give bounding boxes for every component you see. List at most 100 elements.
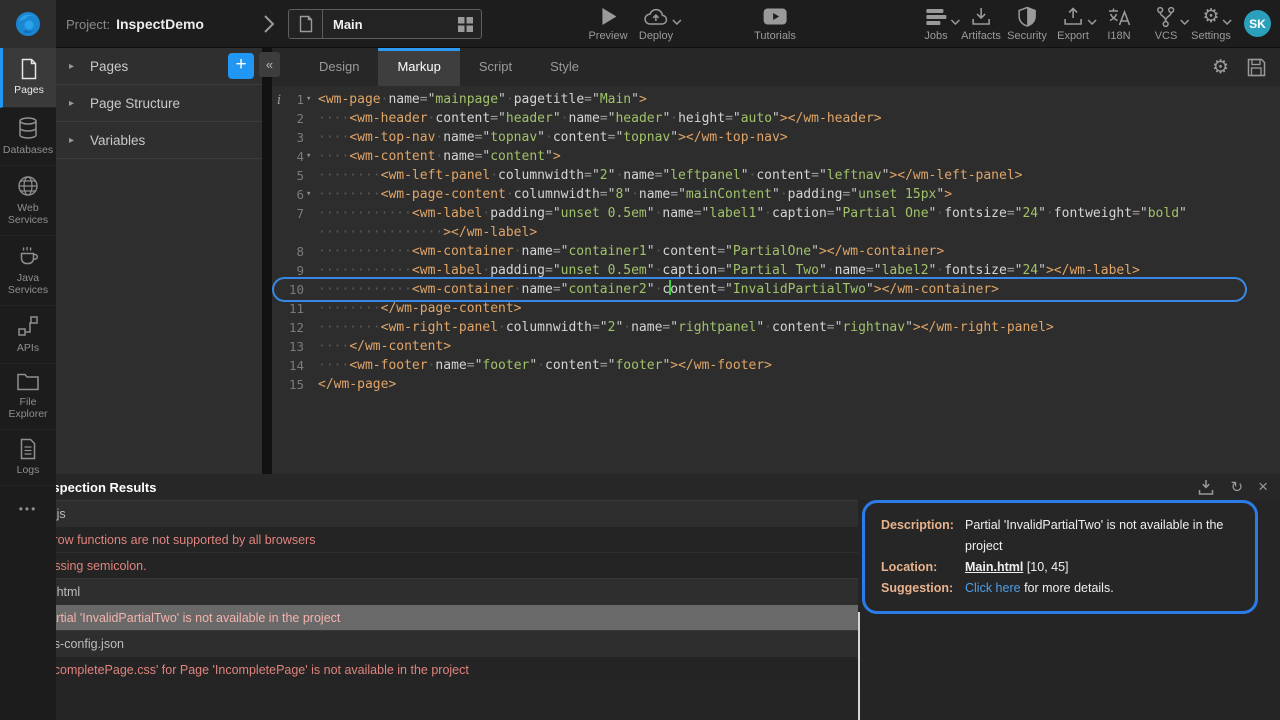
line-number: 4 (272, 147, 304, 166)
page-selector-value: Main (323, 17, 458, 32)
document-icon (18, 438, 38, 460)
add-page-button[interactable]: + (228, 53, 254, 79)
preview-button[interactable]: Preview (588, 6, 627, 42)
jobs-button[interactable]: Jobs (924, 6, 947, 42)
deploy-button[interactable]: Deploy (639, 6, 673, 42)
vcs-button[interactable]: VCS (1155, 6, 1178, 42)
database-icon (16, 116, 40, 140)
inspection-group[interactable]: ▾Main.js (0, 500, 858, 526)
code-text: <wm-page·name="mainpage"·pagetitle="Main… (318, 90, 647, 109)
sidebar-item-web-services[interactable]: Web Services (0, 166, 56, 236)
download-results-icon[interactable] (1197, 479, 1215, 496)
wavemaker-logo[interactable] (0, 0, 56, 48)
line-number: 12 (272, 318, 304, 337)
description-label: Description: (881, 515, 961, 557)
project-breadcrumb: Project: InspectDemo (66, 0, 204, 48)
fold-arrow-icon[interactable]: ▾ (304, 147, 318, 166)
code-line[interactable]: 1▾<wm-page·name="mainpage"·pagetitle="Ma… (272, 90, 1280, 109)
code-line[interactable]: 4▾····<wm-content·name="content"> (272, 147, 1280, 166)
code-line[interactable]: 14····<wm-footer·name="footer"·content="… (272, 356, 1280, 375)
code-text: ············<wm-container·name="containe… (318, 242, 944, 261)
fold-arrow-icon[interactable]: ▾ (304, 185, 318, 204)
location-position: [10, 45] (1027, 560, 1069, 574)
markup-editor: Design Markup Script Style ⚙ i 1▾<wm-pag… (272, 48, 1280, 474)
fold-gutter (304, 242, 318, 261)
left-icon-rail: Pages Databases Web Services Java Servic… (0, 48, 56, 720)
artifacts-label: Artifacts (961, 30, 1001, 42)
export-button[interactable]: Export (1057, 6, 1089, 42)
fold-gutter (304, 261, 318, 280)
sidebar-item-apis[interactable]: APIs (0, 306, 56, 364)
refresh-icon[interactable]: ↻ (1230, 478, 1243, 496)
code-text: ········<wm-left-panel·columnwidth="2"·n… (318, 166, 1022, 185)
panel-section-variables[interactable]: ▸ Variables (56, 122, 262, 159)
code-line[interactable]: 5········<wm-left-panel·columnwidth="2"·… (272, 166, 1280, 185)
suggestion-link[interactable]: Click here (965, 581, 1021, 595)
tab-design[interactable]: Design (300, 48, 378, 86)
tutorials-label: Tutorials (754, 30, 796, 42)
tutorials-button[interactable]: Tutorials (754, 6, 796, 42)
tab-script[interactable]: Script (460, 48, 531, 86)
fold-gutter (304, 375, 318, 394)
line-number: 15 (272, 375, 304, 394)
download-tray-icon (970, 6, 992, 27)
chevron-down-icon (950, 19, 960, 25)
vcs-label: VCS (1155, 30, 1178, 42)
code-line[interactable]: 12 ········<wm-right-panel·columnwidth="2… (272, 318, 1280, 337)
code-line[interactable]: 11········</wm-page-content> (272, 299, 1280, 318)
save-icon[interactable] (1247, 58, 1266, 77)
sidebar-item-logs[interactable]: Logs (0, 430, 56, 486)
fold-gutter (304, 337, 318, 356)
code-area[interactable]: i 1▾<wm-page·name="mainpage"·pagetitle="… (272, 86, 1280, 394)
inspection-item[interactable]: Partial 'InvalidPartialTwo' is not avail… (0, 604, 858, 630)
code-line[interactable]: ················></wm-label> (272, 223, 1280, 242)
code-text: ········<wm-right-panel·columnwidth="2"·… (318, 318, 1054, 337)
settings-button[interactable]: ⚙ Settings (1191, 6, 1231, 42)
pages-panel: ▸ Pages + ▸ Page Structure ▸ Variables (56, 48, 262, 474)
more-options-icon[interactable]: ••• (0, 502, 56, 516)
sidebar-item-databases[interactable]: Databases (0, 108, 56, 166)
sidebar-item-pages[interactable]: Pages (0, 48, 56, 108)
inspection-group[interactable]: ▾Main.html (0, 578, 858, 604)
translate-icon (1107, 6, 1131, 27)
panel-section-pages[interactable]: ▸ Pages + (56, 48, 262, 85)
code-line[interactable]: 3····<wm-top-nav·name="topnav"·content="… (272, 128, 1280, 147)
sidebar-item-java-services[interactable]: Java Services (0, 236, 56, 306)
code-line[interactable]: 6▾········<wm-page-content·columnwidth="… (272, 185, 1280, 204)
location-file-link[interactable]: Main.html (965, 560, 1023, 574)
close-icon[interactable]: × (1258, 479, 1268, 495)
sidebar-item-file-explorer[interactable]: File Explorer (0, 364, 56, 430)
inspection-group[interactable]: ▾pages-config.json (0, 630, 858, 656)
settings-label: Settings (1191, 30, 1231, 42)
code-line[interactable]: 10············<wm-container·name="contai… (272, 280, 1280, 299)
page-icon (289, 10, 323, 38)
editor-settings-gear-icon[interactable]: ⚙ (1212, 58, 1229, 77)
inspection-item[interactable]: Arrow functions are not supported by all… (0, 526, 858, 552)
code-line[interactable]: 9············<wm-label·padding="unset 0.… (272, 261, 1280, 280)
code-line[interactable]: 7············<wm-label·padding="unset 0.… (272, 204, 1280, 223)
collapse-panel-button[interactable]: « (259, 52, 280, 77)
fold-gutter (304, 166, 318, 185)
code-line[interactable]: 8············<wm-container·name="contain… (272, 242, 1280, 261)
inspection-item[interactable]: Missing semicolon. (0, 552, 858, 578)
code-line[interactable]: 15</wm-page> (272, 375, 1280, 394)
panel-section-page-structure[interactable]: ▸ Page Structure (56, 85, 262, 122)
i18n-button[interactable]: I18N (1107, 6, 1131, 42)
security-button[interactable]: Security (1007, 6, 1047, 42)
suggestion-value: Click here for more details. (965, 578, 1243, 599)
inspection-item[interactable]: 'IncompletePage.css' for Page 'Incomplet… (0, 656, 858, 682)
code-line[interactable]: 13 ····</wm-content> (272, 337, 1280, 356)
chevron-down-icon (672, 19, 682, 25)
tab-style[interactable]: Style (531, 48, 598, 86)
code-text: ····</wm-content> (318, 337, 451, 356)
tab-markup[interactable]: Markup (378, 48, 459, 86)
sidebar-item-label: Databases (3, 144, 53, 156)
line-number: 13 (272, 337, 304, 356)
fold-arrow-icon[interactable]: ▾ (304, 90, 318, 109)
panel-section-label: Pages (90, 59, 128, 74)
page-selector[interactable]: Main (288, 9, 482, 39)
code-text: ····<wm-footer·name="footer"·content="fo… (318, 356, 772, 375)
user-avatar[interactable]: SK (1244, 10, 1271, 37)
artifacts-button[interactable]: Artifacts (961, 6, 1001, 42)
code-line[interactable]: 2····<wm-header·content="header"·name="h… (272, 109, 1280, 128)
